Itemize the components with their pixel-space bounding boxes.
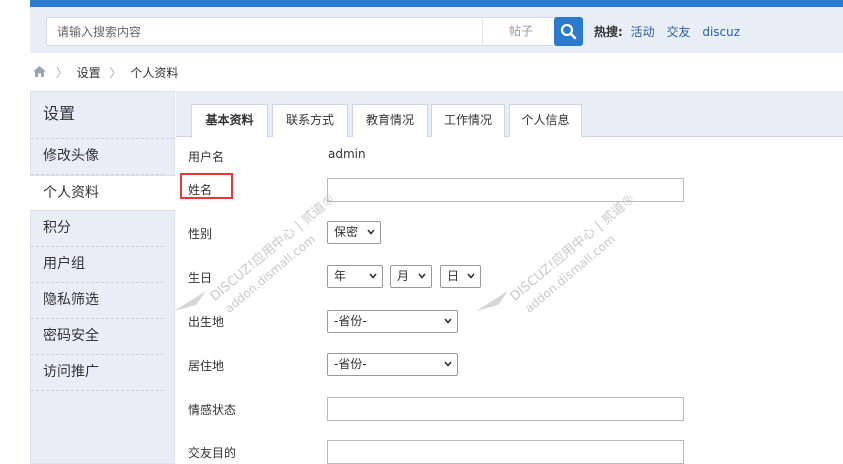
birthplace-label: 出生地 <box>188 315 225 329</box>
chevron-down-icon <box>367 229 375 235</box>
birth-year-value: 年 <box>334 269 347 283</box>
name-label-highlight <box>180 173 233 199</box>
breadcrumb-separator: 〉 <box>109 66 122 80</box>
settings-sidebar: 设置 修改头像 个人资料 积分 用户组 隐私筛选 密码安全 访问推广 <box>30 91 176 464</box>
birth-month-value: 月 <box>397 269 410 283</box>
breadcrumb-profile[interactable]: 个人资料 <box>130 66 178 80</box>
sidebar-item-usergroup[interactable]: 用户组 <box>31 247 164 283</box>
tabs-bar: 基本资料 联系方式 教育情况 工作情况 个人信息 <box>176 91 843 138</box>
emotion-field[interactable] <box>327 397 684 421</box>
top-header-strip <box>30 0 843 7</box>
sidebar-item-promotion[interactable]: 访问推广 <box>31 355 164 391</box>
username-label: 用户名 <box>188 150 225 164</box>
tab-personal[interactable]: 个人信息 <box>509 104 582 137</box>
breadcrumb-separator: 〉 <box>55 66 68 80</box>
username-value: admin <box>328 147 366 161</box>
search-icon <box>560 23 577 40</box>
sidebar-item-avatar[interactable]: 修改头像 <box>31 139 164 175</box>
chevron-down-icon <box>444 361 452 367</box>
residence-select[interactable]: -省份- <box>327 353 458 376</box>
hot-search-label: 热搜: <box>594 25 623 39</box>
gender-select-value: 保密 <box>334 225 359 239</box>
home-icon[interactable] <box>32 65 47 83</box>
sidebar-item-password[interactable]: 密码安全 <box>31 319 164 355</box>
sidebar-title: 设置 <box>31 92 174 139</box>
hot-link-friends[interactable]: 交友 <box>666 25 690 39</box>
birth-year-select[interactable]: 年 <box>327 265 383 288</box>
sidebar-item-profile[interactable]: 个人资料 <box>30 175 176 211</box>
sidebar-item-privacy[interactable]: 隐私筛选 <box>31 283 164 319</box>
birthplace-value: -省份- <box>334 314 367 328</box>
chevron-down-icon <box>444 318 452 324</box>
purpose-label: 交友目的 <box>188 446 237 460</box>
search-box: 帖子 <box>46 17 577 46</box>
hot-search: 热搜: 活动 交友 discuz <box>594 23 748 40</box>
tab-education[interactable]: 教育情况 <box>352 104 428 137</box>
chevron-down-icon <box>418 273 426 279</box>
breadcrumb: 〉 设置 〉 个人资料 <box>32 64 178 82</box>
gender-select[interactable]: 保密 <box>327 221 381 244</box>
birthday-label: 生日 <box>188 271 213 285</box>
breadcrumb-settings[interactable]: 设置 <box>77 66 101 80</box>
search-scope-label: 帖子 <box>509 24 534 38</box>
tab-work[interactable]: 工作情况 <box>431 104 505 137</box>
emotion-label: 情感状态 <box>188 403 237 417</box>
birthplace-select[interactable]: -省份- <box>327 310 458 333</box>
birth-month-select[interactable]: 月 <box>390 265 432 288</box>
residence-value: -省份- <box>334 357 367 371</box>
gender-label: 性别 <box>188 227 213 241</box>
search-button[interactable] <box>554 17 583 46</box>
residence-label: 居住地 <box>188 359 225 373</box>
search-bar: 帖子 热搜: 活动 交友 discuz <box>30 7 843 53</box>
sidebar-item-credits[interactable]: 积分 <box>31 211 164 247</box>
hot-link-discuz[interactable]: discuz <box>702 25 740 39</box>
chevron-down-icon <box>369 273 377 279</box>
hot-link-activity[interactable]: 活动 <box>631 25 655 39</box>
tab-contact[interactable]: 联系方式 <box>272 104 348 137</box>
birth-day-value: 日 <box>447 269 460 283</box>
search-input[interactable] <box>47 18 481 45</box>
chevron-down-icon <box>467 273 475 279</box>
purpose-field[interactable] <box>327 440 684 464</box>
tab-basic[interactable]: 基本资料 <box>191 104 268 138</box>
